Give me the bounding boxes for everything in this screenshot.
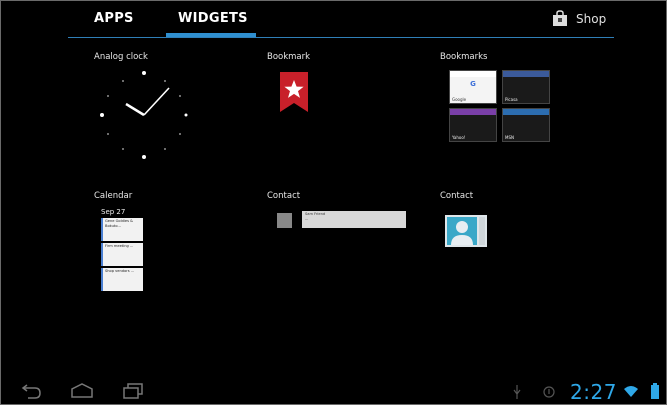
contact-photo-icon xyxy=(277,213,292,228)
contact-card-widget[interactable] xyxy=(444,214,488,248)
calendar-event: Firm meeting ... xyxy=(101,243,143,266)
analog-clock-icon xyxy=(100,71,188,159)
widget-label-bookmarks: Bookmarks xyxy=(440,52,488,62)
analog-clock-widget[interactable] xyxy=(100,68,188,162)
contact-status-bubble: Sam Friend ... xyxy=(302,211,406,228)
widget-label-calendar: Calendar xyxy=(94,191,133,201)
bookmark-thumbnail: G Google xyxy=(449,70,497,104)
bookmark-thumbnail: MSN xyxy=(502,108,550,142)
recent-apps-icon[interactable] xyxy=(122,383,144,399)
home-icon[interactable] xyxy=(69,383,95,399)
shop-button[interactable]: Shop xyxy=(552,10,606,27)
bookmark-thumbnail: Picasa xyxy=(502,70,550,104)
battery-icon xyxy=(651,383,659,399)
widget-label-analog-clock: Analog clock xyxy=(94,52,148,62)
tab-widgets[interactable]: WIDGETS xyxy=(178,11,248,26)
widget-label-bookmark: Bookmark xyxy=(267,52,311,62)
contact-widget[interactable]: Sam Friend ... xyxy=(275,211,407,229)
clock-time: 2:27 xyxy=(570,380,617,404)
bookmarks-widget[interactable]: G Google Picasa Yahoo! MSN xyxy=(449,70,551,152)
widget-label-contact-2: Contact xyxy=(440,191,474,201)
back-icon[interactable] xyxy=(20,383,42,399)
android-notification-icon xyxy=(543,386,555,398)
bookmark-star-icon xyxy=(280,72,308,112)
top-bar: APPS WIDGETS Shop xyxy=(0,0,667,40)
calendar-event: Gene Goldies & Bokuto... xyxy=(101,218,143,241)
wifi-icon xyxy=(624,386,638,397)
shopping-bag-icon xyxy=(553,10,567,26)
bookmark-widget[interactable] xyxy=(279,72,309,112)
shop-label: Shop xyxy=(576,11,607,26)
system-bar xyxy=(0,378,667,405)
calendar-event: Shop vendors ... xyxy=(101,268,143,291)
calendar-date: Sep 27 xyxy=(101,208,126,216)
calendar-widget[interactable]: Sep 27 Gene Goldies & Bokuto... Firm mee… xyxy=(101,208,143,302)
usb-debug-icon xyxy=(513,385,521,399)
header-divider xyxy=(68,37,614,38)
contact-status: ... xyxy=(305,217,309,221)
bookmark-thumbnail: Yahoo! xyxy=(449,108,497,142)
tab-apps[interactable]: APPS xyxy=(94,11,134,26)
widget-label-contact: Contact xyxy=(267,191,301,201)
contact-card-icon xyxy=(445,215,487,247)
